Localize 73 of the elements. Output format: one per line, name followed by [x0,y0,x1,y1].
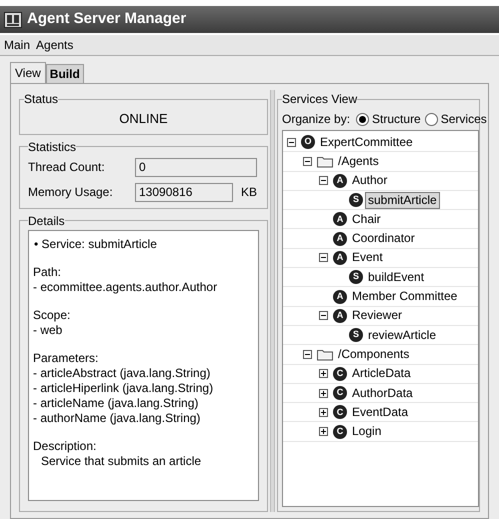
tree-node[interactable]: Event [349,249,386,266]
tree-node[interactable]: submitArticle [365,192,440,209]
expand-icon[interactable] [319,369,328,378]
detail-line: - articleAbstract (java.lang.String) [33,366,212,380]
collapse-icon[interactable] [287,138,296,147]
badge-icon: S [349,270,363,284]
menu-item[interactable]: Agents [36,36,74,54]
tree-node[interactable]: Reviewer [349,307,406,324]
badge-icon: O [301,135,315,150]
tree-node[interactable]: Member Committee [349,288,460,306]
detail-line: - authorName (java.lang.String) [33,410,202,426]
radio-option[interactable]: Services [424,110,487,128]
tree-node[interactable]: Chair [349,210,384,228]
services-view-title: Services View [282,91,358,108]
detail-line: - articleHiperlink (java.lang.String) [33,380,214,396]
tree-node[interactable]: reviewArticle [365,326,440,344]
badge-icon: A [333,250,347,265]
details-title: Details [28,212,65,230]
detail-line: Service that submits an article [40,454,202,468]
status-value: ONLINE [118,110,169,128]
badge-icon: C [333,405,347,420]
radio-option[interactable]: Structure [356,110,421,128]
badge-icon: A [333,174,347,188]
detail-line: - ecommittee.agents.author.Author [33,280,218,294]
detail-line: - web [33,322,64,338]
tree-node[interactable]: ArticleData [349,365,414,382]
badge-icon: A [333,308,347,323]
detail-line: • Service: submitArticle [33,236,158,252]
badge-icon: A [333,290,347,304]
folder-icon [317,348,333,361]
badge-icon: C [333,366,347,381]
field-label: Thread Count: [28,159,106,176]
detail-line: Scope: [33,308,72,322]
tree-node[interactable]: buildEvent [365,268,428,286]
detail-line: Path: [33,264,62,280]
detail-line: Description: [33,438,98,454]
expand-icon[interactable] [319,408,328,417]
badge-icon: S [349,193,363,208]
statistics-title: Statistics [28,138,76,156]
tree-node[interactable]: Login [349,423,384,440]
badge-icon: S [349,328,363,342]
window-title: Agent Server Manager [27,9,186,30]
tree-node[interactable]: AuthorData [349,384,416,402]
unit-label: KB [241,184,258,201]
menu-item[interactable]: Main [4,36,30,54]
tree-node[interactable]: ExpertCommittee [317,134,416,151]
expand-icon[interactable] [319,388,328,398]
organize-label: Organize by: [282,111,350,128]
tab[interactable]: Build [46,64,84,83]
folder-icon [317,154,333,168]
badge-icon: A [333,212,347,226]
status-title: Status [24,91,58,108]
badge-icon: C [333,424,347,439]
tree-node[interactable]: EventData [349,404,412,421]
collapse-icon[interactable] [319,176,328,186]
tree-node[interactable]: /Components [335,346,412,363]
stat-field: 0 [135,158,257,176]
collapse-icon[interactable] [303,156,312,166]
tab[interactable]: View [10,62,46,83]
badge-icon: C [333,386,347,400]
collapse-icon[interactable] [319,311,328,320]
tree-node[interactable]: Author [349,172,390,190]
stat-field: 13090816 [135,182,233,202]
field-label: Memory Usage: [28,184,114,201]
collapse-icon[interactable] [303,350,312,359]
badge-icon: A [333,232,347,246]
tree-node[interactable]: Coordinator [349,230,418,248]
expand-icon[interactable] [319,427,328,436]
tree-node[interactable]: /Agents [335,152,382,170]
detail-line: - articleName (java.lang.String) [33,396,200,410]
app-icon [4,12,22,28]
collapse-icon[interactable] [319,253,328,262]
detail-line: Parameters: [33,350,100,366]
